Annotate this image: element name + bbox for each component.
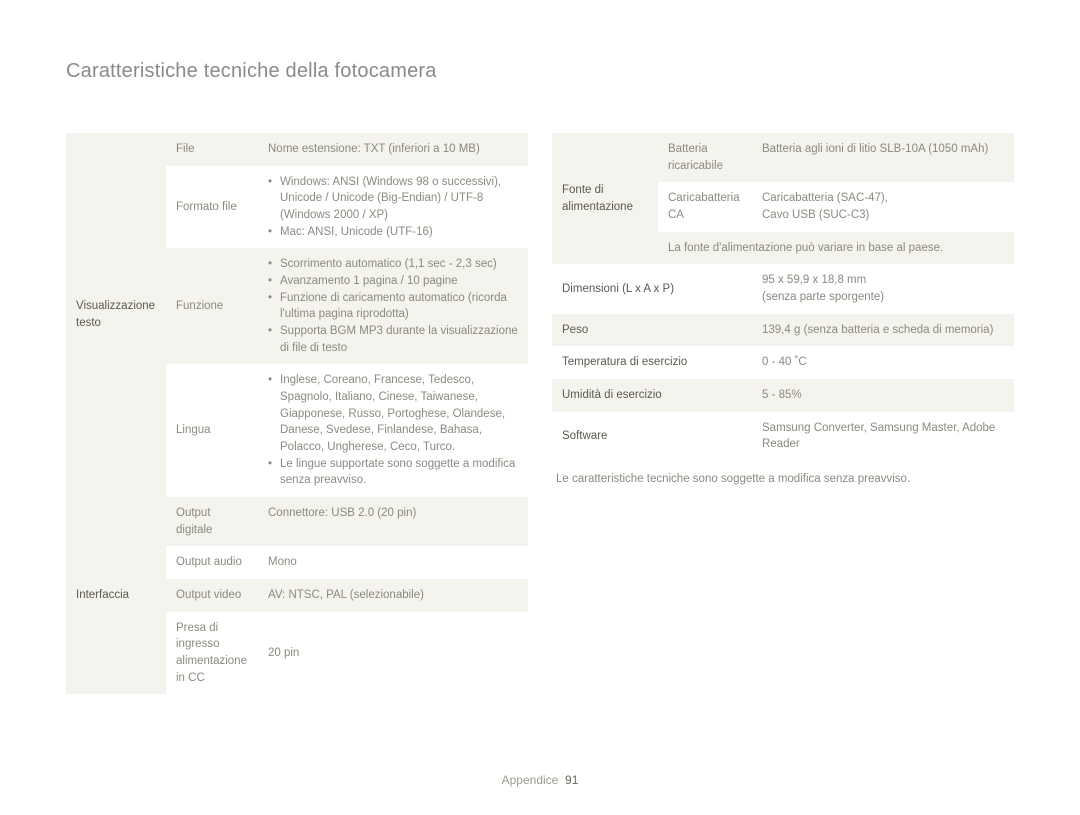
- left-table: Visualizzazione testo File Nome estensio…: [66, 133, 528, 694]
- val-output-video: AV: NTSC, PAL (selezionabile): [258, 579, 528, 612]
- val-umidita: 5 - 85%: [752, 379, 1014, 412]
- sub-output-video: Output video: [166, 579, 258, 612]
- right-table: Fonte di alimentazione Batteria ricarica…: [552, 133, 1014, 461]
- row-peso: Peso 139,4 g (senza batteria e scheda di…: [552, 314, 1014, 347]
- hdr-peso: Peso: [552, 314, 752, 347]
- left-column: Visualizzazione testo File Nome estensio…: [66, 133, 528, 694]
- val-software: Samsung Converter, Samsung Master, Adobe…: [752, 412, 1014, 461]
- val-temperatura: 0 - 40 ˚C: [752, 346, 1014, 379]
- val-file: Nome estensione: TXT (inferiori a 10 MB): [258, 133, 528, 166]
- row-batteria: Fonte di alimentazione Batteria ricarica…: [552, 133, 1014, 182]
- power-note: La fonte d'alimentazione può variare in …: [658, 232, 1014, 265]
- val-peso: 139,4 g (senza batteria e scheda di memo…: [752, 314, 1014, 347]
- footer-page-number: 91: [565, 773, 578, 787]
- sub-presa: Presa di ingresso alimentazione in CC: [166, 612, 258, 695]
- sub-file: File: [166, 133, 258, 166]
- list-item: Windows: ANSI (Windows 98 o successivi),…: [268, 174, 518, 224]
- row-umidita: Umidità di esercizio 5 - 85%: [552, 379, 1014, 412]
- list-item: Mac: ANSI, Unicode (UTF-16): [268, 224, 518, 241]
- group-header-visualizzazione: Visualizzazione testo: [66, 133, 166, 497]
- val-output-audio: Mono: [258, 546, 528, 579]
- list-item: Le lingue supportate sono soggette a mod…: [268, 456, 518, 489]
- group-header-interfaccia: Interfaccia: [66, 497, 166, 694]
- sub-output-audio: Output audio: [166, 546, 258, 579]
- row-temperatura: Temperatura di esercizio 0 - 40 ˚C: [552, 346, 1014, 379]
- val-presa: 20 pin: [258, 612, 528, 695]
- list-item: Funzione di caricamento automatico (rico…: [268, 290, 518, 323]
- sub-batteria: Batteria ricaricabile: [658, 133, 752, 182]
- group-header-fonte: Fonte di alimentazione: [552, 133, 658, 264]
- sub-carica: Caricabatteria CA: [658, 182, 752, 231]
- row-dimensioni: Dimensioni (L x A x P) 95 x 59,9 x 18,8 …: [552, 264, 1014, 313]
- val-batteria: Batteria agli ioni di litio SLB-10A (105…: [752, 133, 1014, 182]
- row-file: Visualizzazione testo File Nome estensio…: [66, 133, 528, 166]
- list-item: Avanzamento 1 pagina / 10 pagine: [268, 273, 518, 290]
- row-software: Software Samsung Converter, Samsung Mast…: [552, 412, 1014, 461]
- val-carica: Caricabatteria (SAC-47), Cavo USB (SUC-C…: [752, 182, 1014, 231]
- list-lingua: Inglese, Coreano, Francese, Tedesco, Spa…: [268, 372, 518, 489]
- sub-funzione: Funzione: [166, 248, 258, 364]
- hdr-umidita: Umidità di esercizio: [552, 379, 752, 412]
- page-footer: Appendice 91: [0, 773, 1080, 787]
- val-dimensioni: 95 x 59,9 x 18,8 mm (senza parte sporgen…: [752, 264, 1014, 313]
- list-formatofile: Windows: ANSI (Windows 98 o successivi),…: [268, 174, 518, 241]
- list-item: Scorrimento automatico (1,1 sec - 2,3 se…: [268, 256, 518, 273]
- disclaimer: Le caratteristiche tecniche sono soggett…: [552, 461, 1014, 485]
- footer-section: Appendice: [502, 773, 559, 787]
- val-output-digitale: Connettore: USB 2.0 (20 pin): [258, 497, 528, 546]
- sub-lingua: Lingua: [166, 364, 258, 497]
- page-title: Caratteristiche tecniche della fotocamer…: [66, 60, 1014, 83]
- list-item: Inglese, Coreano, Francese, Tedesco, Spa…: [268, 372, 518, 455]
- val-lingua: Inglese, Coreano, Francese, Tedesco, Spa…: [258, 364, 528, 497]
- list-funzione: Scorrimento automatico (1,1 sec - 2,3 se…: [268, 256, 518, 356]
- hdr-temperatura: Temperatura di esercizio: [552, 346, 752, 379]
- row-output-digitale: Interfaccia Output digitale Connettore: …: [66, 497, 528, 546]
- val-formatofile: Windows: ANSI (Windows 98 o successivi),…: [258, 166, 528, 249]
- content-columns: Visualizzazione testo File Nome estensio…: [66, 133, 1014, 694]
- list-item: Supporta BGM MP3 durante la visualizzazi…: [268, 323, 518, 356]
- right-column: Fonte di alimentazione Batteria ricarica…: [552, 133, 1014, 694]
- val-funzione: Scorrimento automatico (1,1 sec - 2,3 se…: [258, 248, 528, 364]
- sub-output-digitale: Output digitale: [166, 497, 258, 546]
- hdr-software: Software: [552, 412, 752, 461]
- hdr-dimensioni: Dimensioni (L x A x P): [552, 264, 752, 313]
- sub-formatofile: Formato file: [166, 166, 258, 249]
